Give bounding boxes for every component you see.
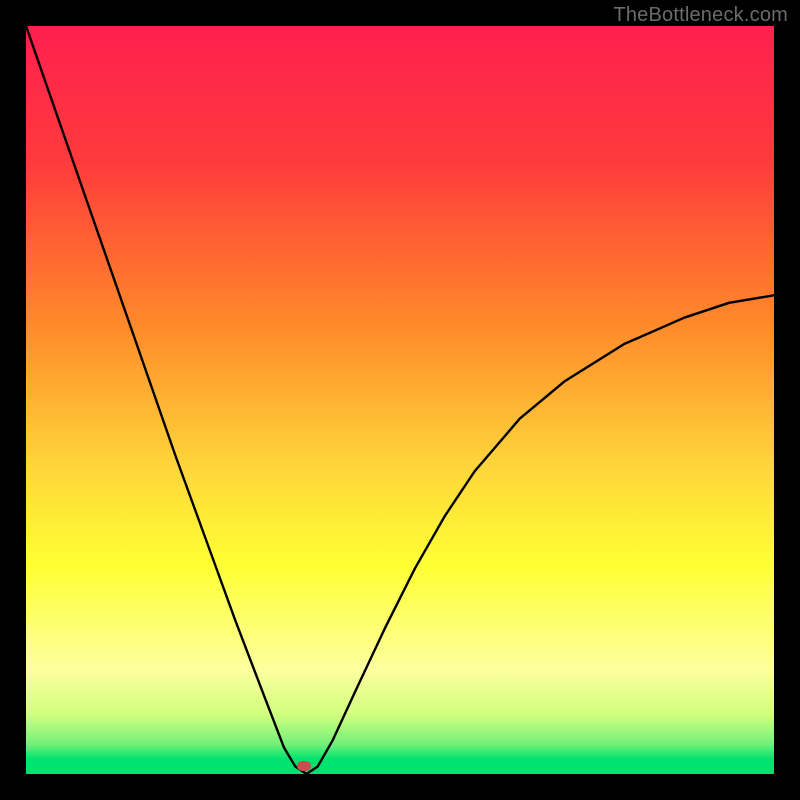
curve-line xyxy=(26,26,774,774)
plot-area xyxy=(26,26,774,774)
chart-stage: TheBottleneck.com xyxy=(0,0,800,800)
watermark-text: TheBottleneck.com xyxy=(613,4,788,27)
optimal-point-marker xyxy=(297,761,311,771)
